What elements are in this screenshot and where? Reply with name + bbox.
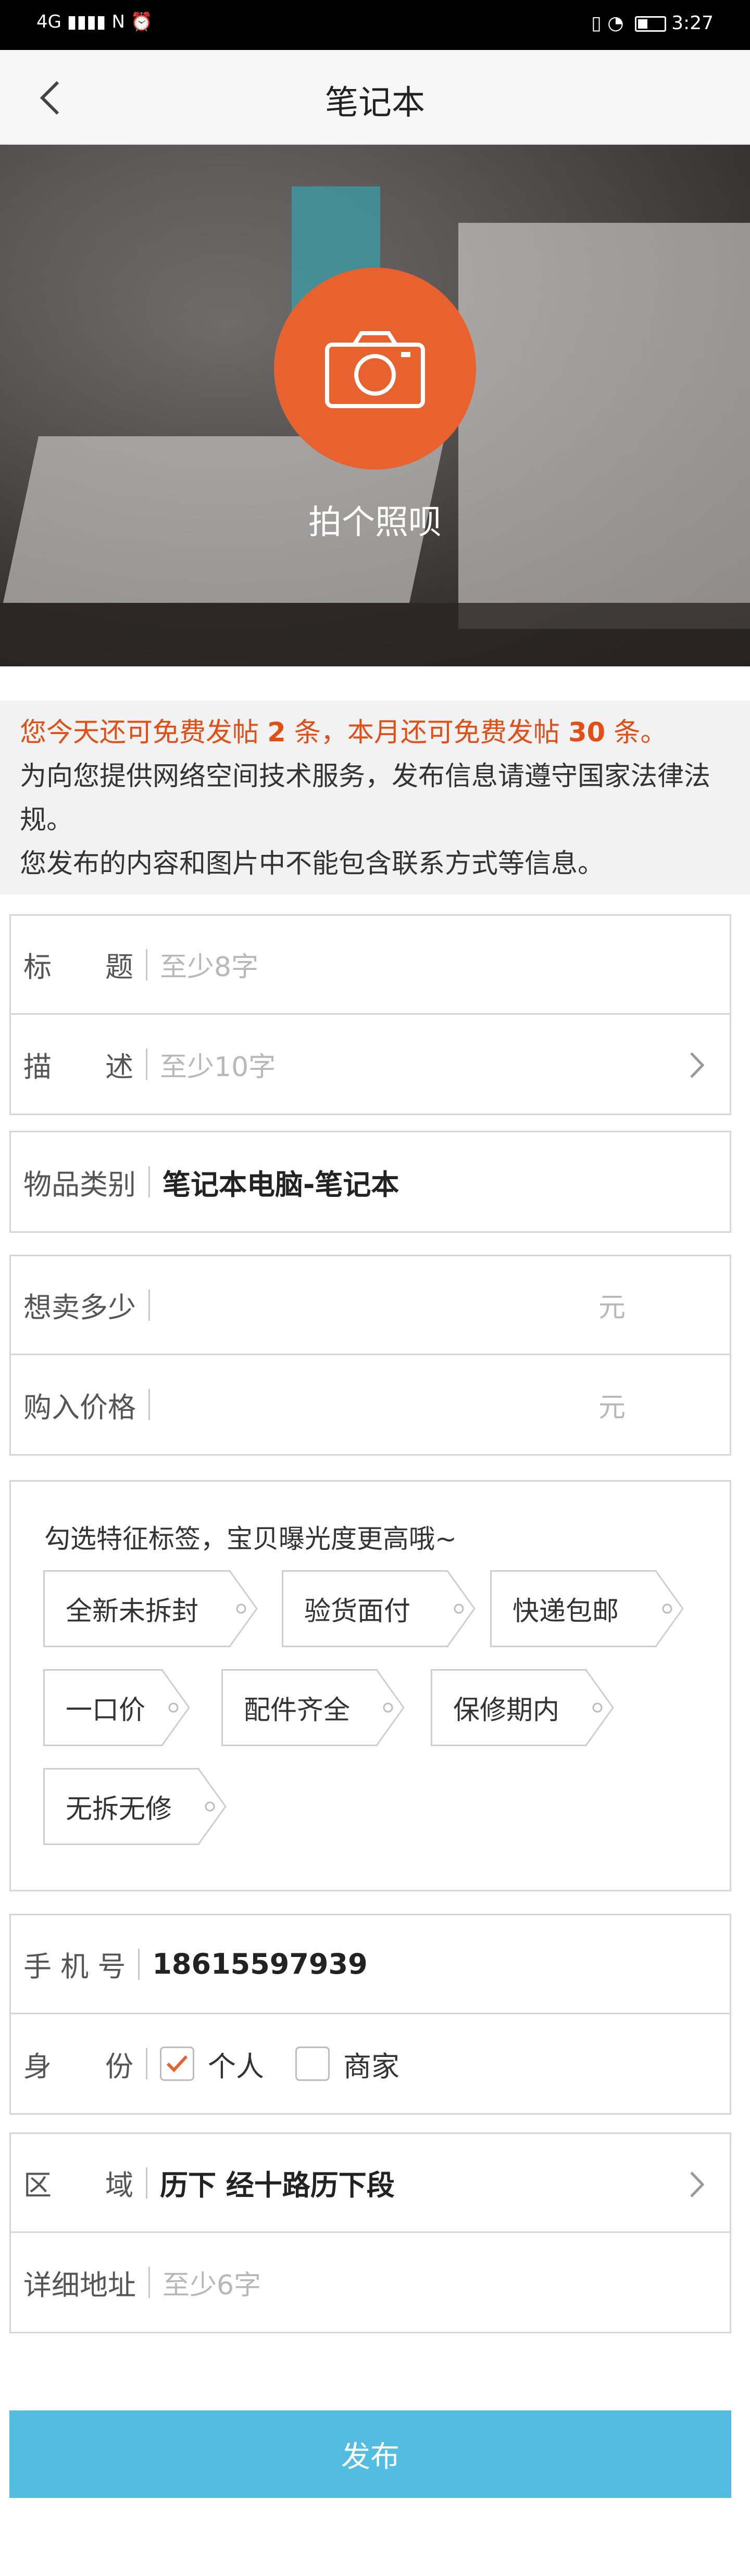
tag-point-icon (161, 1669, 190, 1746)
identity-personal-option[interactable]: 个人 (160, 2043, 264, 2085)
publish-button[interactable]: 发布 (9, 2410, 731, 2498)
identity-personal-label: 个人 (208, 2050, 264, 2083)
battery-icon (635, 16, 667, 32)
signal-indicator: 4G ▮▮▮▮ N ⏰ (36, 11, 153, 32)
category-group: 物品类别 笔记本电脑-笔记本 (9, 1131, 731, 1233)
tags-hint: 勾选特征标签，宝贝曝光度更高哦~ (44, 1524, 457, 1554)
contact-notice: 您发布的内容和图片中不能包含联系方式等信息。 (20, 849, 605, 879)
title-desc-group: 标 题 至少8字 描 述 至少10字 (9, 914, 731, 1115)
checkbox-checked[interactable] (160, 2047, 194, 2081)
title-row[interactable]: 标 题 至少8字 (11, 916, 730, 1015)
feature-tags-panel: 勾选特征标签，宝贝曝光度更高哦~ 全新未拆封 验货面付 快递包邮一口价 配件齐全 保修期… (9, 1480, 731, 1891)
identity-label: 身 份 (23, 2050, 133, 2083)
chevron-right-icon (679, 1047, 715, 1083)
feature-tag-label: 验货面付 (304, 1596, 411, 1627)
posting-notice: 您今天还可免费发帖 2 条，本月还可免费发帖 30 条。 为向您提供网络空间技术… (0, 701, 750, 894)
sell-price-row[interactable]: 想卖多少 元 (11, 1256, 730, 1355)
address-label: 详细地址 (23, 2268, 136, 2302)
divider (148, 2267, 150, 2298)
area-value: 历下 经十路历下段 (160, 2169, 395, 2202)
camera-button[interactable] (274, 268, 476, 470)
price-group: 想卖多少 元 购入价格 元 (9, 1255, 731, 1456)
divider (146, 949, 147, 980)
area-group: 区 域 历下 经十路历下段 详细地址 至少6字 (9, 2132, 731, 2333)
background-shelf (458, 223, 750, 629)
sell-price-label: 想卖多少 (23, 1291, 136, 1324)
title-input[interactable]: 至少8字 (160, 945, 258, 984)
status-bar: 4G ▮▮▮▮ N ⏰ ▯ ◔ 3:27 (0, 0, 750, 50)
address-row[interactable]: 详细地址 至少6字 (11, 2233, 730, 2332)
buy-price-label: 购入价格 (23, 1391, 136, 1424)
chevron-right-icon (679, 2166, 715, 2203)
sell-price-unit: 元 (598, 1292, 626, 1323)
background-floor (0, 603, 750, 666)
area-row[interactable]: 区 域 历下 经十路历下段 (11, 2134, 730, 2233)
photo-caption: 拍个照呗 (308, 503, 442, 542)
description-input[interactable]: 至少10字 (160, 1045, 276, 1084)
feature-tag-label: 无拆无修 (66, 1794, 172, 1825)
feature-tag[interactable]: 无拆无修 (43, 1768, 227, 1845)
camera-icon (325, 331, 425, 408)
feature-tag-label: 配件齐全 (244, 1695, 351, 1726)
tag-point-icon (229, 1570, 258, 1647)
feature-tag-label: 一口价 (66, 1695, 146, 1726)
tag-point-icon (585, 1669, 614, 1746)
buy-price-unit: 元 (598, 1392, 626, 1423)
phone-row[interactable]: 手 机 号 18615597939 (11, 1915, 730, 2014)
feature-tag[interactable]: 快递包邮 (490, 1570, 684, 1647)
nav-bar: 笔记本 (0, 50, 750, 145)
divider (148, 1389, 150, 1420)
divider (146, 1049, 147, 1080)
free-post-quota: 您今天还可免费发帖 2 条，本月还可免费发帖 30 条。 (20, 717, 667, 748)
description-label: 描 述 (23, 1050, 133, 1083)
area-label: 区 域 (23, 2169, 133, 2202)
description-row[interactable]: 描 述 至少10字 (11, 1015, 730, 1114)
divider (138, 1948, 140, 1980)
identity-row: 身 份 个人 商家 (11, 2014, 730, 2113)
clock: 3:27 (671, 12, 714, 34)
divider (146, 2167, 147, 2199)
checkbox-unchecked[interactable] (295, 2047, 330, 2081)
feature-tag[interactable]: 全新未拆封 (43, 1570, 258, 1647)
feature-tag-label: 保修期内 (453, 1695, 560, 1726)
divider (148, 1289, 150, 1321)
tag-point-icon (446, 1570, 476, 1647)
identity-business-label: 商家 (343, 2050, 399, 2083)
network-type: 4G (36, 11, 61, 32)
tag-point-icon (197, 1768, 227, 1845)
checkmark-icon (166, 2055, 188, 2073)
feature-tag[interactable]: 配件齐全 (221, 1669, 405, 1746)
identity-business-option[interactable]: 商家 (295, 2043, 399, 2085)
page-title: 笔记本 (325, 84, 425, 122)
category-row[interactable]: 物品类别 笔记本电脑-笔记本 (11, 1132, 730, 1231)
phone-input[interactable]: 18615597939 (152, 1948, 367, 1980)
tag-point-icon (376, 1669, 405, 1746)
feature-tag[interactable]: 保修期内 (431, 1669, 614, 1746)
feature-tag-label: 全新未拆封 (66, 1596, 199, 1627)
service-notice: 为向您提供网络空间技术服务，发布信息请遵守国家法律法规。 (20, 761, 711, 836)
divider (148, 1166, 150, 1197)
title-label: 标 题 (23, 951, 133, 983)
category-label: 物品类别 (23, 1168, 136, 1201)
buy-price-row[interactable]: 购入价格 元 (11, 1355, 730, 1454)
category-value: 笔记本电脑-笔记本 (162, 1168, 399, 1201)
contact-group: 手 机 号 18615597939 身 份 个人 商家 (9, 1914, 731, 2115)
photo-upload-area[interactable]: 拍个照呗 (0, 145, 750, 666)
feature-tag[interactable]: 验货面付 (282, 1570, 476, 1647)
address-input[interactable]: 至少6字 (162, 2263, 261, 2302)
divider (146, 2048, 147, 2079)
status-right: ▯ ◔ 3:27 (591, 12, 714, 34)
feature-tag[interactable]: 一口价 (43, 1669, 190, 1746)
phone-label: 手 机 号 (23, 1950, 126, 1983)
tag-point-icon (655, 1570, 684, 1647)
feature-tag-label: 快递包邮 (512, 1596, 619, 1627)
